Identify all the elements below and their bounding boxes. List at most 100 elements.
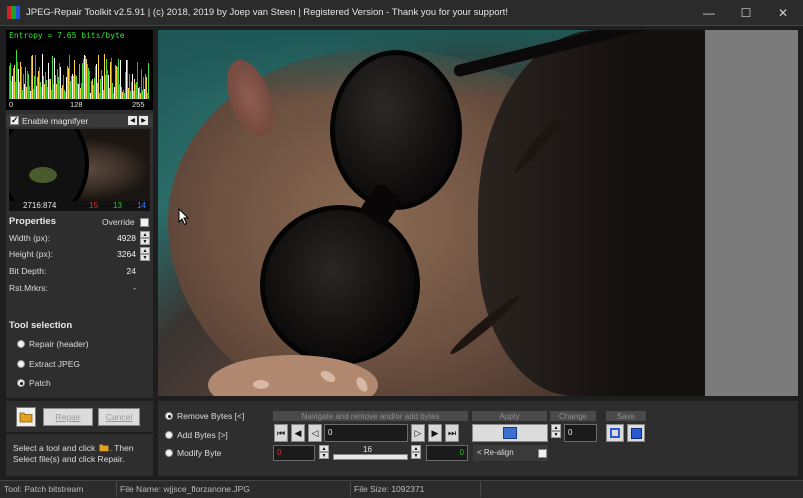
histogram-bar xyxy=(80,88,81,99)
nav-prev-button[interactable]: ◁ xyxy=(308,424,322,442)
step-slider[interactable]: 16 xyxy=(333,445,408,461)
histogram-bar xyxy=(11,81,12,99)
maximize-button[interactable]: ☐ xyxy=(727,0,765,26)
save-frame-button[interactable] xyxy=(606,424,624,442)
modify-byte-field[interactable]: 0 xyxy=(273,445,315,461)
save-header: Save xyxy=(606,411,646,421)
tool-patch-radio[interactable] xyxy=(17,379,25,387)
remove-bytes-label[interactable]: Remove Bytes [<] xyxy=(177,411,244,421)
histogram-bar xyxy=(116,66,117,99)
histogram-bar xyxy=(87,64,88,99)
nav-first-button[interactable]: ⏮ xyxy=(274,424,288,442)
histogram-bar xyxy=(120,60,121,99)
histogram-bar xyxy=(108,75,109,99)
offset-field[interactable]: 0 xyxy=(324,424,408,442)
histogram-bar xyxy=(25,67,26,99)
pixel-green-value: 13 xyxy=(113,201,122,210)
histogram-bar xyxy=(79,64,80,99)
histogram-bar xyxy=(100,79,101,99)
image-viewer[interactable] xyxy=(158,30,798,396)
histogram-bar xyxy=(94,78,95,99)
remove-bytes-radio[interactable] xyxy=(165,412,173,420)
histogram-bar xyxy=(85,56,86,99)
magnifier-next-button[interactable]: ▶ xyxy=(139,116,148,125)
nav-last-button[interactable]: ⏭ xyxy=(445,424,459,442)
green-value-field[interactable]: 0 xyxy=(426,445,468,461)
histogram-bar xyxy=(103,90,104,99)
tool-extract-label[interactable]: Extract JPEG xyxy=(29,359,80,369)
enable-magnifier-label: Enable magnifyer xyxy=(22,116,89,126)
height-spinner[interactable]: ▲ ▼ xyxy=(140,247,150,261)
change-field[interactable]: 0 xyxy=(564,424,597,442)
add-bytes-label[interactable]: Add Bytes [>] xyxy=(177,430,228,440)
histogram-bar xyxy=(13,68,14,99)
histogram-bar xyxy=(114,87,115,99)
histogram-bar xyxy=(148,63,149,99)
properties-title: Properties xyxy=(9,216,56,227)
open-folder-button[interactable] xyxy=(16,407,36,427)
histogram-bar xyxy=(45,72,46,99)
histogram-bar xyxy=(12,76,13,99)
magnifier-prev-button[interactable]: ◀ xyxy=(128,116,137,125)
enable-magnifier-checkbox[interactable] xyxy=(10,115,19,126)
minimize-button[interactable]: — xyxy=(690,0,728,26)
modify-byte-radio[interactable] xyxy=(165,449,173,457)
nav-prev-fast-button[interactable]: ◀ xyxy=(291,424,305,442)
apply-button[interactable] xyxy=(472,424,548,442)
width-spinner[interactable]: ▲ ▼ xyxy=(140,231,150,245)
histogram-bar xyxy=(27,71,28,99)
histogram-bar xyxy=(10,63,11,99)
histogram-bar xyxy=(99,93,100,99)
hint-panel: Select a tool and click . Then Select fi… xyxy=(6,434,153,476)
histogram-axis-mid: 128 xyxy=(70,100,83,109)
histogram-bar xyxy=(54,58,55,99)
histogram-bar xyxy=(72,74,73,99)
tool-repair-label[interactable]: Repair (header) xyxy=(29,339,89,349)
cancel-button[interactable]: Cancel xyxy=(98,408,140,426)
histogram-bar xyxy=(141,69,142,99)
histogram-bar xyxy=(83,59,84,99)
modify-byte-spinner[interactable]: ▲ ▼ xyxy=(319,445,329,459)
close-button[interactable]: ✕ xyxy=(764,0,802,26)
histogram-bar xyxy=(39,67,40,99)
realign-checkbox[interactable] xyxy=(538,449,547,458)
histogram-bar xyxy=(101,70,102,99)
navigate-header: Navigate and remove and/or add bytes xyxy=(273,411,468,421)
save-frame-icon xyxy=(610,428,620,438)
histogram-bar xyxy=(44,84,45,99)
modify-byte-label[interactable]: Modify Byte xyxy=(177,448,221,458)
histogram: Entropy = 7.65 bits/byte 0 128 255 xyxy=(6,30,153,110)
tool-repair-radio[interactable] xyxy=(17,340,25,348)
override-label: Override xyxy=(102,217,135,227)
histogram-bar xyxy=(96,64,97,99)
override-checkbox[interactable] xyxy=(140,218,149,227)
step-spinner[interactable]: ▲ ▼ xyxy=(411,445,421,459)
save-disk-button[interactable] xyxy=(627,424,645,442)
change-spinner[interactable]: ▲ ▼ xyxy=(551,424,561,438)
histogram-bar xyxy=(111,58,112,99)
nav-next-button[interactable]: ▷ xyxy=(411,424,425,442)
tool-patch-label[interactable]: Patch xyxy=(29,378,51,388)
status-separator xyxy=(480,482,481,497)
repair-button[interactable]: Repair xyxy=(43,408,93,426)
histogram-bar xyxy=(36,86,37,99)
histogram-bar xyxy=(130,91,131,99)
histogram-bar xyxy=(132,74,133,99)
app-icon xyxy=(7,6,20,19)
histogram-bar xyxy=(22,90,23,99)
histogram-bar xyxy=(55,75,56,99)
histogram-bar xyxy=(137,62,138,99)
status-bar: Tool: Patch bitstream File Name: wjjsce_… xyxy=(0,480,803,498)
histogram-bar xyxy=(145,74,146,99)
tool-extract-radio[interactable] xyxy=(17,360,25,368)
histogram-bar xyxy=(86,59,87,99)
add-bytes-radio[interactable] xyxy=(165,431,173,439)
histogram-bar xyxy=(118,59,119,99)
step-slider-track[interactable] xyxy=(333,454,408,460)
histogram-bar xyxy=(142,90,143,99)
histogram-bar xyxy=(115,65,116,99)
histogram-bar xyxy=(131,82,132,99)
histogram-bar xyxy=(14,65,15,99)
histogram-bar xyxy=(117,67,118,99)
nav-next-fast-button[interactable]: ▶ xyxy=(428,424,442,442)
